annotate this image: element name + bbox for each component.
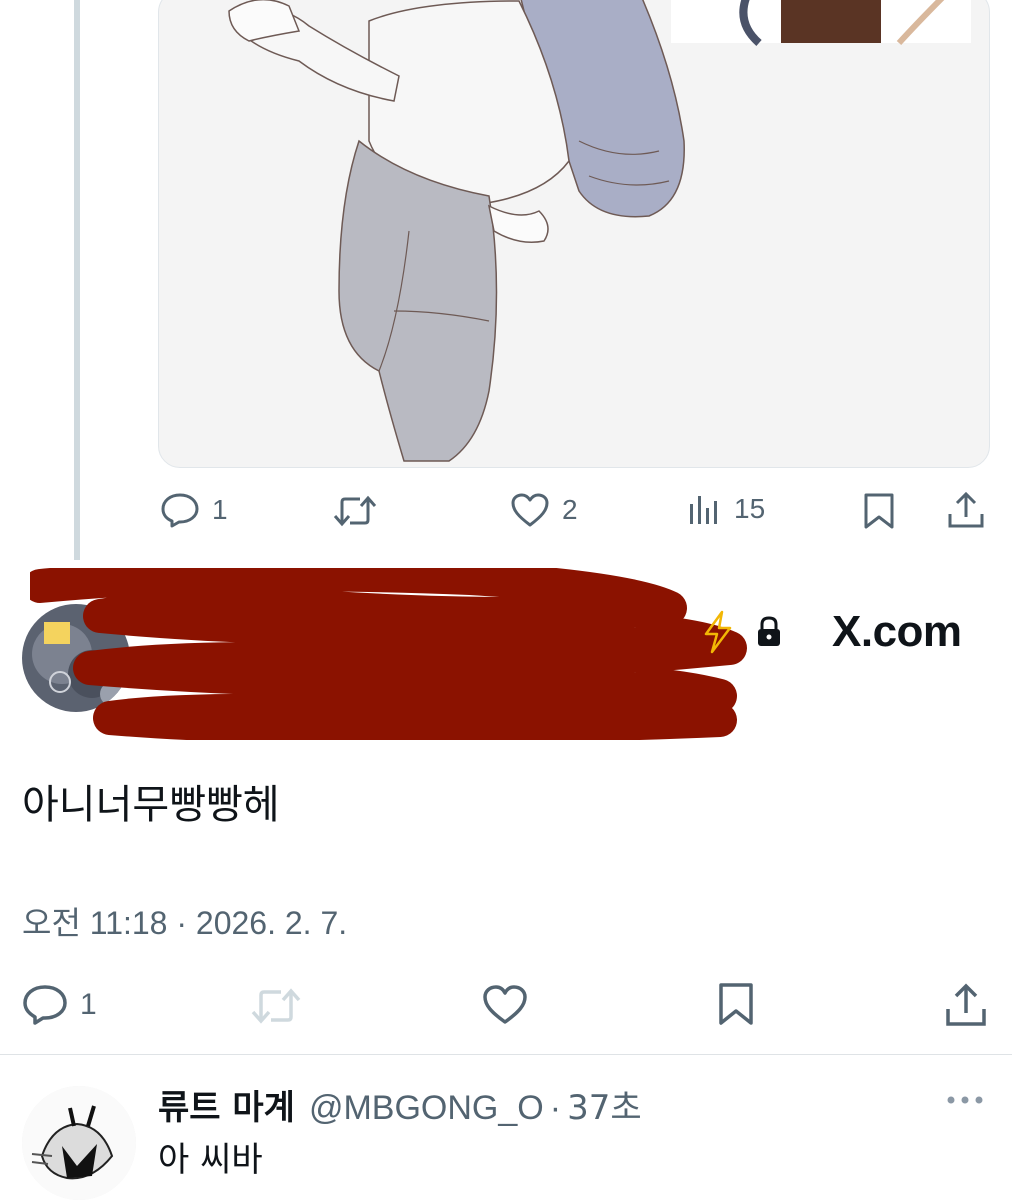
more-horizontal-icon — [947, 1096, 983, 1104]
retweet-icon — [251, 988, 301, 1024]
reply-button[interactable]: 1 — [22, 984, 97, 1026]
analytics-icon — [690, 496, 717, 524]
reply-handle[interactable]: @MBGONG_O — [309, 1089, 544, 1128]
bookmark-button[interactable] — [862, 492, 896, 530]
heart-icon — [511, 493, 549, 527]
reply-icon — [23, 985, 67, 1025]
bookmark-button[interactable] — [716, 982, 756, 1026]
illustration — [228, 0, 971, 462]
retweet-button[interactable] — [332, 494, 378, 528]
reply-author-avatar[interactable] — [22, 1086, 136, 1200]
views-button[interactable]: 15 — [688, 492, 765, 526]
avatar-image — [22, 1086, 136, 1200]
share-button[interactable] — [944, 982, 988, 1028]
share-icon — [948, 491, 984, 528]
retweet-icon — [333, 495, 377, 527]
reply-header: 류트 마계 @MBGONG_O · 37초 — [158, 1080, 642, 1129]
like-count: 2 — [562, 494, 578, 525]
like-button[interactable]: 2 — [510, 492, 578, 528]
redaction-scribble — [30, 568, 747, 740]
thread-connector-line — [74, 0, 80, 560]
url-host-text: X.com — [832, 607, 962, 656]
bookmark-icon — [719, 983, 753, 1025]
reply-text: 아 씨바 — [158, 1140, 263, 1180]
tweet-media-image[interactable] — [158, 0, 990, 468]
thread-tweet-actions: 1 2 15 — [0, 490, 1012, 534]
reply-icon — [161, 493, 199, 528]
lock-icon — [758, 616, 780, 646]
retweet-button-disabled[interactable] — [250, 986, 302, 1026]
share-icon — [946, 983, 986, 1026]
heart-icon — [483, 985, 527, 1024]
lightning-icon — [704, 610, 732, 654]
browser-url-bar[interactable]: X.com — [700, 600, 962, 664]
share-button[interactable] — [946, 490, 986, 530]
more-options-button[interactable] — [946, 1090, 984, 1109]
main-tweet-actions: 1 — [0, 982, 1012, 1030]
reply-separator: · — [549, 1089, 562, 1127]
like-button[interactable] — [482, 984, 528, 1026]
reply-count: 1 — [80, 988, 97, 1021]
reply-timestamp[interactable]: 37초 — [567, 1080, 642, 1129]
section-divider — [0, 1054, 1012, 1055]
tweet-text: 아니너무빵빵헤 — [22, 782, 280, 828]
reply-display-name[interactable]: 류트 마계 — [158, 1080, 295, 1129]
reply-button[interactable]: 1 — [160, 492, 228, 528]
tweet-timestamp[interactable]: 오전 11:18 · 2026. 2. 7. — [22, 898, 347, 944]
view-count: 15 — [734, 493, 766, 524]
bookmark-icon — [864, 493, 894, 529]
reply-count: 1 — [212, 494, 228, 525]
